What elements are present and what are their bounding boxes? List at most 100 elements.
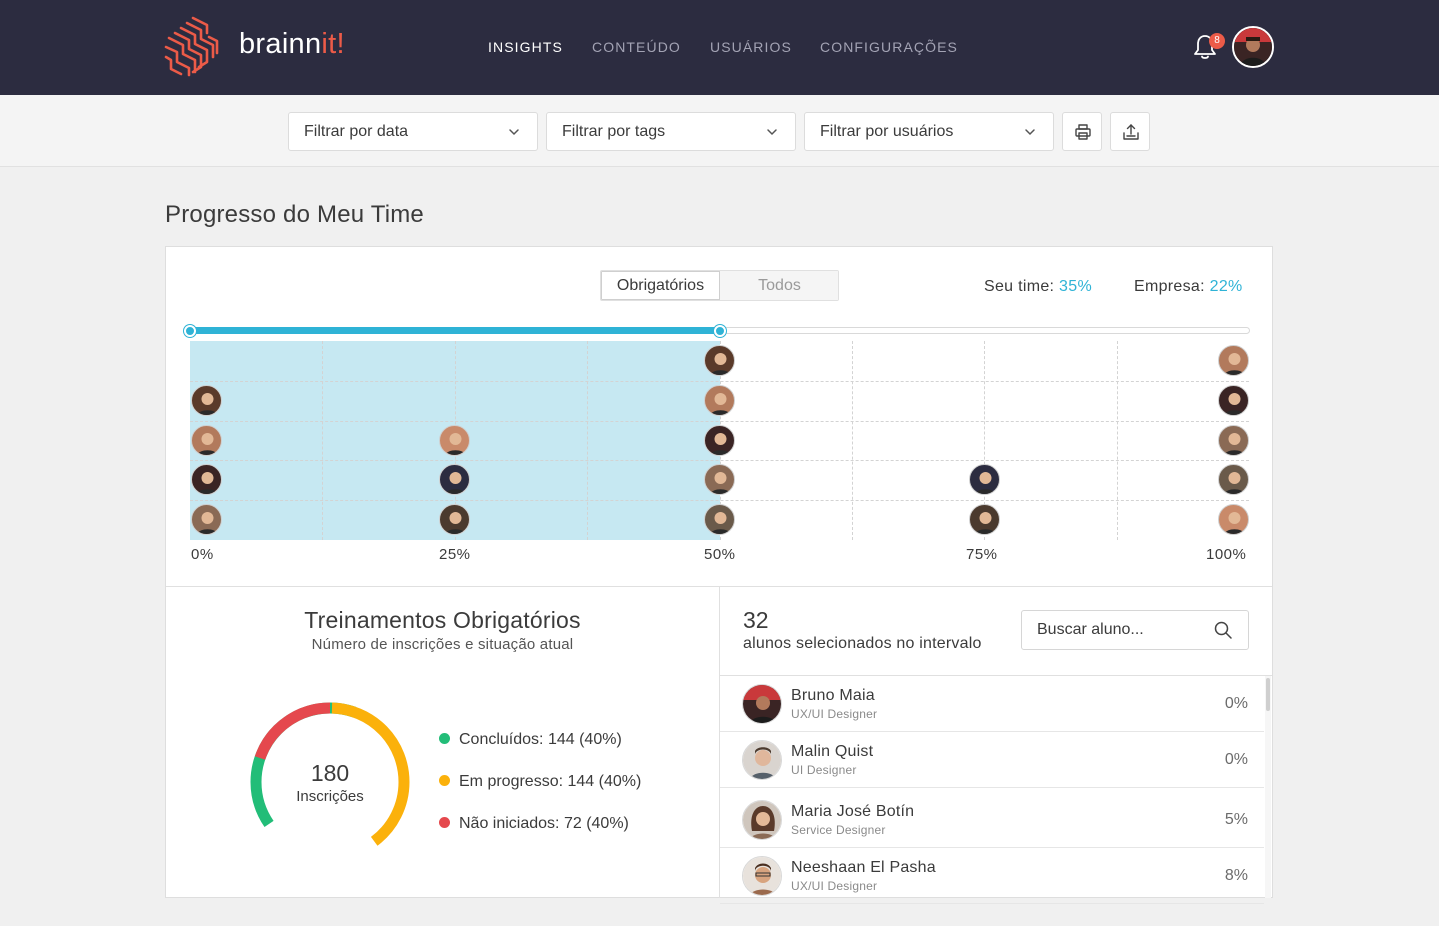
notification-count-badge: 8 — [1209, 33, 1225, 49]
donut-total-label: Inscrições — [296, 788, 364, 805]
tab-todos[interactable]: Todos — [720, 271, 838, 300]
company-progress-value: 22% — [1209, 278, 1243, 295]
chevron-down-icon — [1025, 129, 1035, 136]
top-navigation-bar: brainnit! INSIGHTS CONTEÚDO USUÁRIOS CON… — [0, 0, 1439, 95]
member-avatar-pin[interactable] — [704, 345, 735, 376]
grid-line-vertical — [322, 341, 324, 540]
print-button[interactable] — [1062, 112, 1102, 151]
student-progress: 0% — [1224, 695, 1248, 712]
team-progress-stat: Seu time: 35% — [984, 278, 1092, 296]
student-row[interactable]: Bruno Maia UX/UI Designer 0% — [720, 676, 1264, 732]
search-icon[interactable] — [1214, 621, 1232, 639]
filter-date-select[interactable]: Filtrar por data — [288, 112, 538, 151]
member-avatar-pin[interactable] — [1217, 384, 1249, 416]
student-role: UX/UI Designer — [791, 879, 878, 893]
brainnit-logo-icon[interactable] — [163, 15, 221, 77]
student-role: UX/UI Designer — [791, 707, 878, 721]
print-icon — [1075, 124, 1091, 140]
member-avatar-pin[interactable] — [704, 424, 735, 456]
upload-icon — [1123, 124, 1139, 140]
chevron-down-icon — [509, 129, 519, 136]
page-title: Progresso do Meu Time — [165, 201, 424, 228]
nav-configuracoes[interactable]: CONFIGURAÇÕES — [820, 39, 958, 55]
user-avatar[interactable] — [1232, 26, 1274, 68]
member-avatar-pin[interactable] — [190, 504, 222, 536]
team-progress-value: 35% — [1059, 278, 1092, 295]
student-avatar — [742, 684, 782, 724]
filter-users-label: Filtrar por usuários — [820, 123, 954, 140]
filter-tags-select[interactable]: Filtrar por tags — [546, 112, 796, 151]
range-handle-end[interactable] — [714, 325, 726, 337]
filter-date-label: Filtrar por data — [304, 123, 409, 140]
grid-line-horizontal — [190, 380, 1249, 382]
nav-conteudo[interactable]: CONTEÚDO — [592, 39, 681, 55]
student-avatar — [742, 740, 782, 780]
range-handle-start[interactable] — [184, 325, 196, 337]
legend-label: Concluídos: — [459, 731, 544, 748]
brand-name[interactable]: brainnit! — [239, 28, 345, 61]
student-role: Service Designer — [791, 823, 886, 837]
member-avatar-pin[interactable] — [190, 384, 222, 416]
nav-usuarios[interactable]: USUÁRIOS — [710, 39, 792, 55]
member-avatar-pin[interactable] — [704, 504, 735, 536]
team-progress-label: Seu time: — [984, 278, 1055, 295]
member-avatar-pin[interactable] — [968, 464, 1000, 496]
grid-line-vertical — [1116, 341, 1118, 540]
axis-label-0: 0% — [191, 546, 214, 563]
student-progress: 5% — [1224, 811, 1248, 828]
team-progress-card: Obrigatórios Todos Seu time: 35% Empresa… — [165, 246, 1273, 904]
tab-obrigatorios[interactable]: Obrigatórios — [601, 271, 720, 300]
axis-label-75: 75% — [966, 546, 998, 563]
member-avatar-pin[interactable] — [704, 464, 735, 496]
nav-insights[interactable]: INSIGHTS — [488, 39, 563, 55]
grid-line-horizontal — [190, 420, 1249, 422]
member-avatar-pin[interactable] — [190, 424, 222, 456]
legend-dot-green — [439, 733, 450, 744]
chevron-down-icon — [767, 129, 777, 136]
member-avatar-pin[interactable] — [1217, 504, 1249, 536]
legend-dot-red — [439, 817, 450, 828]
student-role: UI Designer — [791, 763, 857, 777]
legend-dot-yellow — [439, 775, 450, 786]
grid-line-horizontal — [190, 500, 1249, 502]
progress-tab-switch: Obrigatórios Todos — [600, 270, 839, 301]
student-name: Neeshaan El Pasha — [791, 859, 936, 876]
student-row[interactable]: Neeshaan El Pasha UX/UI Designer 8% — [720, 848, 1264, 904]
member-avatar-pin[interactable] — [190, 464, 222, 496]
filter-bar: Filtrar por data Filtrar por tags Filtra… — [0, 95, 1439, 167]
grid-line-vertical — [851, 341, 853, 540]
progress-range-fill — [191, 327, 721, 334]
legend-label: Em progresso: — [459, 773, 564, 790]
member-avatar-pin[interactable] — [439, 424, 471, 456]
company-progress-label: Empresa: — [1134, 278, 1205, 295]
axis-label-25: 25% — [439, 546, 471, 563]
student-name: Bruno Maia — [791, 687, 875, 704]
student-row[interactable]: Maria José Botín Service Designer 5% — [720, 792, 1264, 848]
student-count-label: alunos selecionados no intervalo — [743, 635, 982, 652]
grid-line-vertical — [587, 341, 589, 540]
student-progress: 8% — [1224, 867, 1248, 884]
filter-users-select[interactable]: Filtrar por usuários — [804, 112, 1054, 151]
member-avatar-pin[interactable] — [968, 504, 1000, 536]
progress-distribution-grid — [190, 341, 1249, 540]
student-list-scrollbar[interactable] — [1266, 678, 1270, 711]
legend-nao-iniciados: Não iniciados: 72 (40%) — [439, 815, 629, 833]
filter-tags-label: Filtrar por tags — [562, 123, 666, 140]
student-name: Malin Quist — [791, 743, 874, 760]
axis-label-100: 100% — [1206, 546, 1247, 563]
student-avatar — [742, 800, 782, 840]
member-avatar-pin[interactable] — [704, 384, 735, 416]
legend-em-progresso: Em progresso: 144 (40%) — [439, 773, 641, 791]
student-name: Maria José Botín — [791, 803, 915, 820]
student-row[interactable]: Malin Quist UI Designer 0% — [720, 732, 1264, 788]
legend-value: 144 (40%) — [567, 773, 642, 790]
member-avatar-pin[interactable] — [1217, 464, 1249, 496]
member-avatar-pin[interactable] — [1217, 345, 1249, 376]
trainings-subtitle: Número de inscrições e situação atual — [311, 636, 574, 653]
brand-name-accent: it! — [321, 28, 345, 60]
company-progress-stat: Empresa: 22% — [1134, 278, 1243, 296]
export-button[interactable] — [1110, 112, 1150, 151]
member-avatar-pin[interactable] — [1217, 424, 1249, 456]
grid-line-horizontal — [190, 460, 1249, 462]
student-count: 32 — [743, 607, 769, 633]
